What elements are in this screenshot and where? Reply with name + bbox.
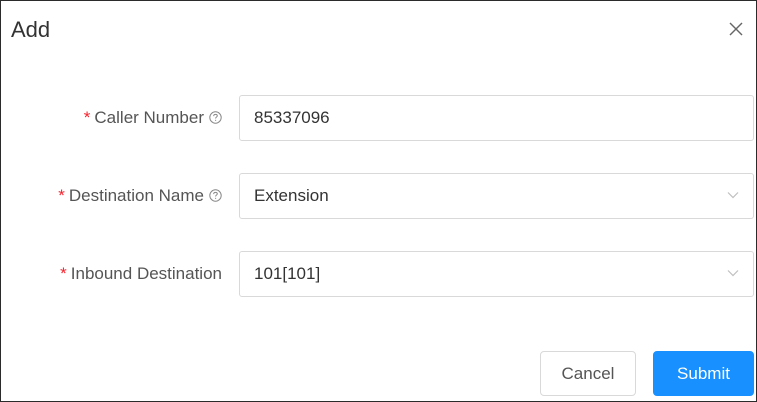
chevron-down-icon xyxy=(727,192,739,199)
cancel-button[interactable]: Cancel xyxy=(540,351,636,396)
inbound-destination-label-text: Inbound Destination xyxy=(70,264,222,283)
destination-name-select[interactable]: Extension xyxy=(239,173,754,219)
inbound-destination-label: * Inbound Destination xyxy=(60,251,222,297)
dialog-title: Add xyxy=(11,17,51,42)
caller-number-label-text: Caller Number xyxy=(94,108,204,127)
question-circle-icon[interactable] xyxy=(209,96,222,124)
submit-button[interactable]: Submit xyxy=(653,351,754,396)
destination-name-label: * Destination Name xyxy=(58,173,222,219)
close-button[interactable] xyxy=(726,19,746,39)
inbound-destination-value: 101[101] xyxy=(254,264,321,283)
question-circle-icon[interactable] xyxy=(209,174,222,202)
close-icon xyxy=(729,22,743,36)
add-dialog: Add * Caller Number 85337096 * Destination… xyxy=(0,0,757,402)
form-row-destination-name: * Destination Name Extension xyxy=(1,173,757,219)
required-mark: * xyxy=(83,108,91,127)
destination-name-value: Extension xyxy=(254,186,329,205)
caller-number-value: 85337096 xyxy=(254,108,330,127)
caller-number-input[interactable]: 85337096 xyxy=(239,95,754,141)
inbound-destination-select[interactable]: 101[101] xyxy=(239,251,754,297)
required-mark: * xyxy=(58,186,65,205)
required-mark: * xyxy=(60,264,67,283)
form-row-inbound-destination: * Inbound Destination 101[101] xyxy=(1,251,757,297)
destination-name-label-text: Destination Name xyxy=(68,186,204,205)
chevron-down-icon xyxy=(727,270,739,277)
caller-number-label: * Caller Number xyxy=(84,95,222,141)
form-row-caller-number: * Caller Number 85337096 xyxy=(1,95,757,141)
